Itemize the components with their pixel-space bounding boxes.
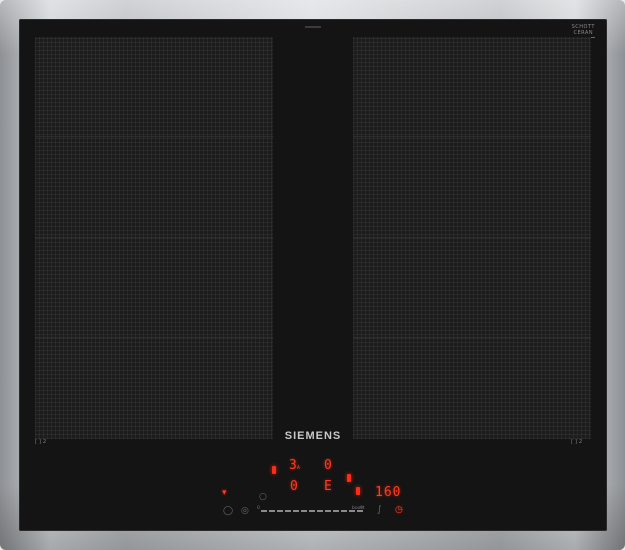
minus-icon[interactable]: ▾	[222, 489, 227, 498]
timer-icon[interactable]: ◷	[395, 506, 403, 515]
flex-zone-right-label: [ ] 2	[571, 439, 583, 445]
brand-logo: SIEMENS	[284, 430, 342, 442]
cooking-zone-left[interactable]	[35, 37, 273, 439]
slider-boost-label: boost	[352, 506, 365, 511]
frying-sensor-icon[interactable]: ∫	[377, 506, 382, 515]
power-display-bottom-left: 0	[290, 479, 298, 494]
zone-indicator-left	[272, 466, 276, 474]
center-mark	[305, 26, 321, 28]
glass-cooktop: SCHOTT CERAN SIEMENS [ ] 2 [ ] 2 3A 0 0 …	[19, 19, 607, 531]
child-lock-icon[interactable]: ◎	[241, 507, 249, 516]
cooking-zone-right[interactable]	[353, 37, 591, 439]
zone-indicator-right	[347, 474, 351, 482]
flex-zone-left-label: [ ] 2	[35, 439, 47, 445]
timer-indicator	[356, 487, 360, 495]
timer-display: 160	[375, 485, 402, 500]
power-display-top-left: 3A	[289, 458, 300, 473]
ceran-badge: SCHOTT CERAN	[571, 24, 595, 38]
power-display-top-right: 0	[324, 458, 332, 473]
power-slider[interactable]	[261, 510, 365, 512]
slider-start-label: 0	[257, 506, 260, 511]
pot-icon[interactable]: ○	[259, 493, 267, 502]
power-display-bottom-right: E	[324, 479, 332, 494]
power-icon[interactable]: ◯	[223, 507, 233, 516]
